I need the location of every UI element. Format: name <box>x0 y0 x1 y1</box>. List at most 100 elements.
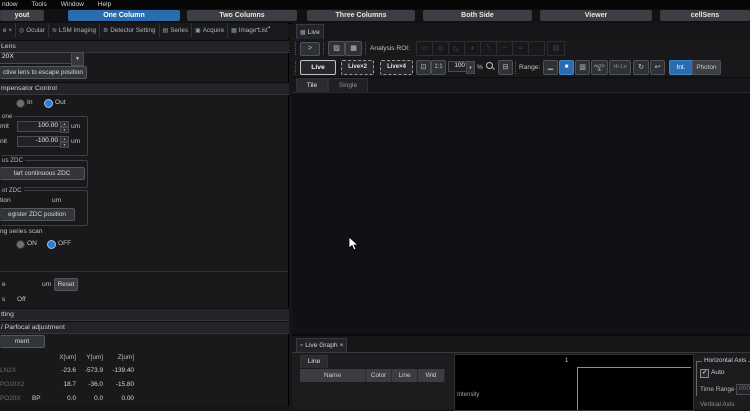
live-x2-button[interactable]: Live×2 <box>341 60 374 75</box>
roi-rectangle-icon[interactable]: ▭ <box>416 41 433 56</box>
table-row[interactable]: LN2X -23.6 -573.9 -139.40 <box>0 365 140 377</box>
live-x4-button[interactable]: Live×4 <box>380 60 413 75</box>
tab-lsm-imaging[interactable]: ≋ LSM Imaging <box>49 23 100 38</box>
radio-out[interactable] <box>44 99 53 108</box>
reset-button[interactable]: Reset <box>54 278 78 291</box>
live-document-tab[interactable]: ▦ Live <box>296 24 324 39</box>
drag-handle[interactable] <box>515 61 517 74</box>
layout-both-side-button[interactable]: Both Side <box>423 10 532 21</box>
maximize-icon[interactable]: ▪ <box>268 25 270 31</box>
roi-polygon-icon[interactable]: ◺ <box>448 41 465 56</box>
one-to-one-button[interactable]: 1:1 <box>431 60 446 75</box>
setting-section-header: tting <box>0 308 289 321</box>
tab-image-list[interactable]: ▦ Image List <box>228 23 271 38</box>
profile-tool-icon[interactable]: ▨ <box>328 41 345 56</box>
left-panel: Lens 20X ▼ ctive lens to escape position… <box>0 38 289 406</box>
drag-handle[interactable] <box>295 61 297 74</box>
layout-two-columns-button[interactable]: Two Columns <box>187 10 297 21</box>
auto-checkbox[interactable]: ✓ <box>700 369 709 378</box>
menu-item-tools[interactable]: Tools <box>32 1 47 8</box>
close-icon[interactable]: × <box>9 28 13 34</box>
roi-delete-icon[interactable]: ▤ <box>547 41 565 56</box>
detector-setting-icon: ⚙ <box>103 27 108 34</box>
column-color[interactable]: Color <box>366 369 392 382</box>
tab-single[interactable]: Single <box>328 78 368 92</box>
right-panel: ▦ Live > ▨ ▦ Analysis ROI: ▭ ◎ ◺ ◗ ╲ ~ ≈… <box>292 23 750 406</box>
table-row[interactable]: PO20X BP 0.0 0.0 0.00 <box>0 393 140 405</box>
time-range-label: Time Range <box>700 386 735 393</box>
table-row[interactable]: PO10X2 18.7 -36.0 -15.80 <box>0 379 140 391</box>
layout-button[interactable]: yout <box>0 10 44 21</box>
upper-limit-input[interactable]: 100.00 <box>17 121 61 132</box>
roi-point-icon[interactable]: · <box>528 41 545 56</box>
column-name[interactable]: Name <box>300 369 366 382</box>
range-low-icon[interactable]: ▁ <box>543 60 558 75</box>
live-tab-icon: ▦ <box>300 29 306 36</box>
lens-dropdown[interactable]: 20X <box>0 52 75 64</box>
image-list-icon: ▦ <box>231 27 237 34</box>
tab-label: Detector Setting <box>110 27 155 34</box>
analysis-roi-label: Analysis ROI: <box>370 45 410 52</box>
time-range-input[interactable]: 000: <box>736 384 750 395</box>
roi-freehand-icon[interactable]: ◗ <box>464 41 481 56</box>
live-graph-tab[interactable]: ≈ Live Graph × <box>296 338 347 352</box>
percent-label: % <box>477 64 483 71</box>
start-continuous-zdc-button[interactable]: tart continuous ZDC <box>0 167 85 180</box>
range-mid-icon[interactable]: ■ <box>559 60 574 75</box>
lower-limit-input[interactable]: -100.00 <box>17 136 61 147</box>
column-line[interactable]: Line <box>392 369 418 382</box>
layout-viewer-button[interactable]: Viewer <box>540 10 652 21</box>
series-icon: ▤ <box>163 27 169 34</box>
register-zdc-position-button[interactable]: egister ZDC position <box>0 208 75 221</box>
escape-position-button[interactable]: ctive lens to escape position <box>0 66 87 79</box>
radio-in[interactable] <box>16 99 25 108</box>
zoom-level-input[interactable]: 100 <box>448 61 468 72</box>
layout-one-column-button[interactable]: One Column <box>68 10 180 21</box>
photon-mode-button[interactable]: Photon <box>692 60 721 75</box>
tab-series[interactable]: ▤ Series <box>160 23 193 38</box>
undo-icon[interactable]: ↩ <box>650 60 665 75</box>
spin-down-icon[interactable]: ▾ <box>60 127 69 133</box>
drag-handle[interactable] <box>295 42 297 55</box>
grid-tool-icon[interactable]: ▦ <box>345 41 362 56</box>
magnifier-icon[interactable] <box>484 60 496 73</box>
auto-once-icon[interactable]: AUTO ① <box>591 60 608 75</box>
tab-detector-setting[interactable]: ⚙ Detector Setting <box>100 23 160 38</box>
live-image-viewport[interactable] <box>292 92 750 335</box>
menu-item-help[interactable]: Help <box>98 1 111 8</box>
expand-button[interactable]: > <box>300 42 320 56</box>
zoom-dropdown-icon[interactable]: ▼ <box>466 61 475 74</box>
chevron-down-icon[interactable]: ▼ <box>71 52 84 66</box>
menu-item[interactable]: ndow <box>2 1 18 8</box>
range-high-icon[interactable]: ▥ <box>575 60 590 75</box>
minimize-icon[interactable]: – <box>256 25 260 32</box>
spin-down-icon[interactable]: ▾ <box>60 142 69 148</box>
close-icon[interactable]: × <box>340 342 344 349</box>
fit-to-window-icon[interactable]: ⊡ <box>416 60 431 75</box>
roi-line-icon[interactable]: ╲ <box>480 41 497 56</box>
drag-handle[interactable] <box>365 42 367 55</box>
tab-truncated[interactable]: e × <box>0 23 16 38</box>
roi-freeline-icon[interactable]: ≈ <box>512 41 529 56</box>
tab-tile[interactable]: Tile <box>296 78 328 92</box>
radio-on[interactable] <box>16 240 25 249</box>
live-button[interactable]: Live <box>300 60 336 75</box>
adjustment-button[interactable]: ment <box>0 335 45 348</box>
square-minus-icon[interactable]: ⊟ <box>498 60 513 75</box>
drag-handle[interactable] <box>323 42 325 55</box>
intensity-mode-button[interactable]: Int. <box>669 60 693 75</box>
mouse-cursor <box>348 236 359 251</box>
radio-off[interactable] <box>47 240 56 249</box>
roi-ellipse-icon[interactable]: ◎ <box>432 41 449 56</box>
menu-item-window[interactable]: Window <box>61 1 84 8</box>
tab-ocular[interactable]: ◎ Ocular <box>16 23 49 38</box>
layout-cellsens-button[interactable]: cellSens <box>660 10 750 21</box>
refresh-icon[interactable]: ↻ <box>633 60 649 75</box>
roi-polyline-icon[interactable]: ~ <box>496 41 513 56</box>
auto-badge-icon: ① <box>597 68 602 72</box>
hi-lo-button[interactable]: Hi-Lo <box>609 60 631 75</box>
tab-acquire[interactable]: ▣ Acquire <box>192 23 228 38</box>
column-width[interactable]: Wid <box>418 369 445 382</box>
tab-line[interactable]: Line <box>300 355 328 368</box>
layout-three-columns-button[interactable]: Three Columns <box>307 10 415 21</box>
